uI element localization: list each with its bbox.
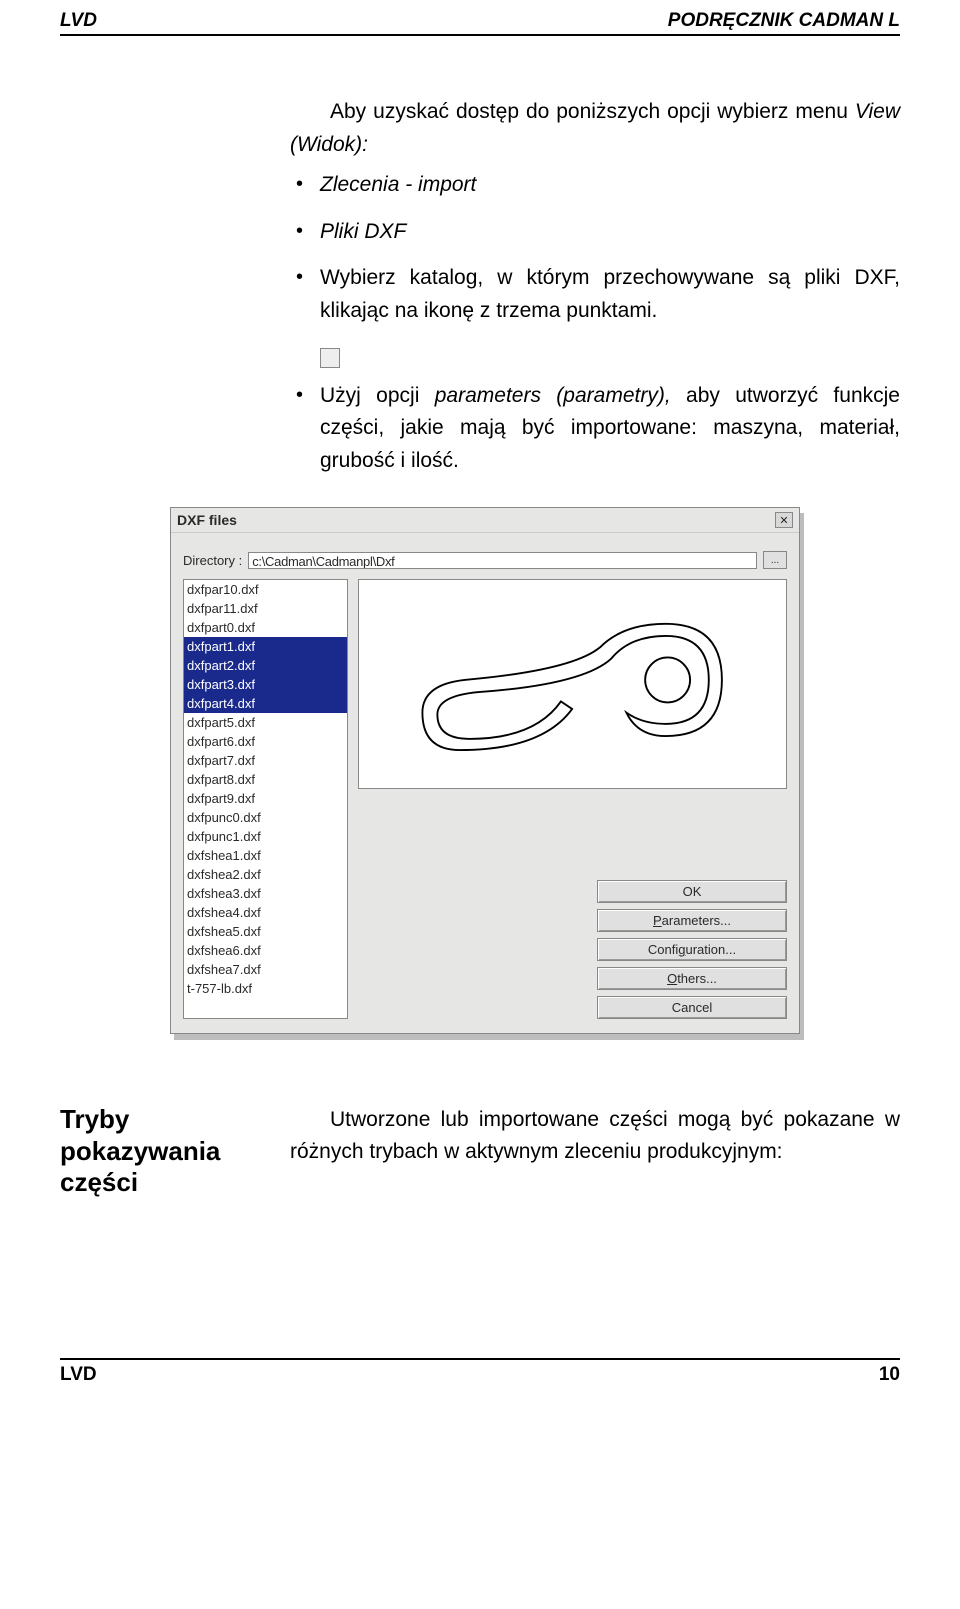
list-item[interactable]: dxfshea1.dxf [184, 846, 347, 865]
list-item[interactable]: dxfpart7.dxf [184, 751, 347, 770]
button-stack: OK Parameters... Configuration... Others… [358, 840, 787, 1019]
parameters-button[interactable]: Parameters... [597, 909, 787, 932]
dialog-title: DXF files [177, 512, 237, 528]
page-header: LVD PODRĘCZNIK CADMAN L [60, 0, 900, 34]
section-heading: Tryby pokazywania części [60, 1104, 260, 1198]
list-item[interactable]: dxfpart4.dxf [184, 694, 347, 713]
list-item[interactable]: dxfshea4.dxf [184, 903, 347, 922]
close-icon[interactable]: ✕ [775, 512, 793, 528]
hook-shape-icon [380, 591, 764, 778]
browse-button[interactable]: ... [763, 551, 787, 569]
bullet-parameters: Użyj opcji parameters (parametry), aby u… [290, 380, 900, 478]
list-item[interactable]: dxfshea5.dxf [184, 922, 347, 941]
intro-paragraph: Aby uzyskać dostęp do poniższych opcji w… [290, 96, 900, 161]
dxf-files-dialog: DXF files ✕ Directory : c:\Cadman\Cadman… [170, 507, 800, 1034]
list-item[interactable]: dxfpunc0.dxf [184, 808, 347, 827]
list-item[interactable]: dxfpar10.dxf [184, 580, 347, 599]
list-item[interactable]: dxfpar11.dxf [184, 599, 347, 618]
bullet-zlecenia: Zlecenia - import [290, 169, 900, 202]
list-item[interactable]: dxfshea6.dxf [184, 941, 347, 960]
list-item[interactable]: dxfshea2.dxf [184, 865, 347, 884]
directory-path[interactable]: c:\Cadman\Cadmanpl\Dxf [248, 552, 757, 569]
directory-row: Directory : c:\Cadman\Cadmanpl\Dxf ... [171, 533, 799, 575]
file-list[interactable]: dxfpar10.dxfdxfpar11.dxfdxfpart0.dxfdxfp… [183, 579, 348, 1019]
configuration-button[interactable]: Configuration... [597, 938, 787, 961]
cancel-button[interactable]: Cancel [597, 996, 787, 1019]
page-footer: LVD 10 [60, 1360, 900, 1406]
bullet-pliki-dxf: Pliki DXF [290, 216, 900, 249]
list-item[interactable]: dxfpart5.dxf [184, 713, 347, 732]
footer-page-number: 10 [879, 1364, 900, 1386]
ellipsis-button-icon [320, 348, 340, 368]
section-content: Utworzone lub importowane części mogą by… [290, 1104, 900, 1198]
list-item[interactable]: dxfpart8.dxf [184, 770, 347, 789]
list-item[interactable]: dxfpart6.dxf [184, 732, 347, 751]
part-preview [358, 579, 787, 789]
ok-button[interactable]: OK [597, 880, 787, 903]
list-item[interactable]: dxfpart0.dxf [184, 618, 347, 637]
directory-label: Directory : [183, 553, 242, 568]
footer-left: LVD [60, 1364, 97, 1386]
list-item[interactable]: dxfpart9.dxf [184, 789, 347, 808]
list-item[interactable]: t-757-lb.dxf [184, 979, 347, 998]
body-text: Aby uzyskać dostęp do poniższych opcji w… [290, 96, 900, 477]
header-right: PODRĘCZNIK CADMAN L [668, 10, 900, 32]
header-rule [60, 34, 900, 36]
bullet-katalog: Wybierz katalog, w którym przechowywane … [290, 262, 900, 327]
list-item[interactable]: dxfpart1.dxf [184, 637, 347, 656]
dialog-titlebar: DXF files ✕ [171, 508, 799, 533]
list-item[interactable]: dxfpart3.dxf [184, 675, 347, 694]
others-button[interactable]: Others... [597, 967, 787, 990]
list-item[interactable]: dxfshea7.dxf [184, 960, 347, 979]
header-left: LVD [60, 10, 97, 32]
list-item[interactable]: dxfpunc1.dxf [184, 827, 347, 846]
list-item[interactable]: dxfpart2.dxf [184, 656, 347, 675]
list-item[interactable]: dxfshea3.dxf [184, 884, 347, 903]
